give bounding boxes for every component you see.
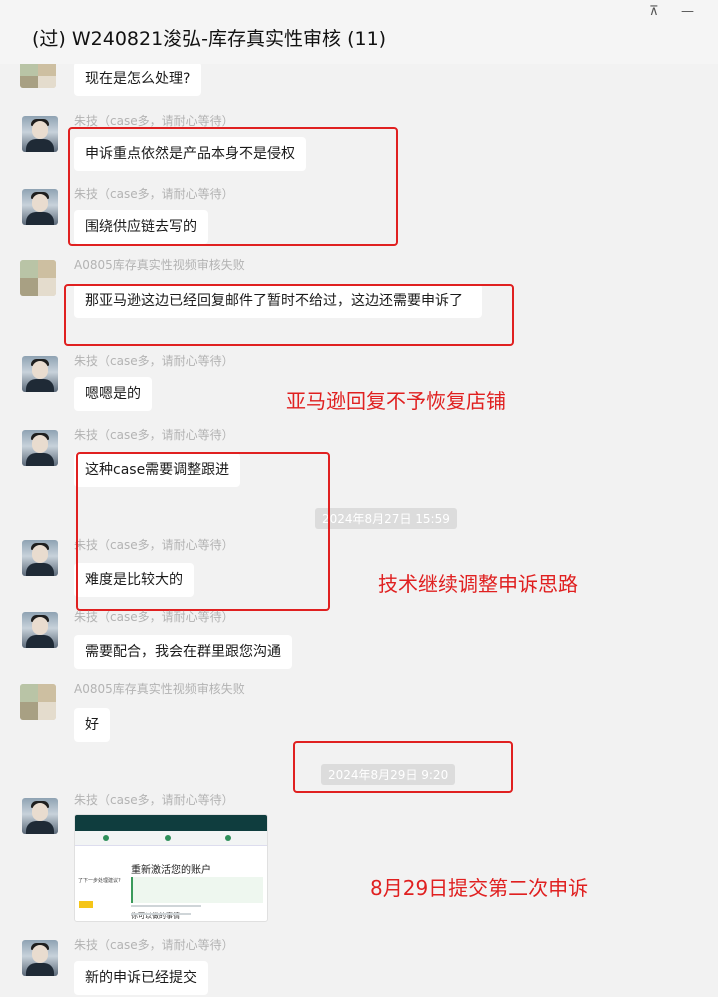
highlight-box: [68, 127, 398, 246]
image-message[interactable]: 了下一步处理建议? 重新激活您的账户 你可以做的事情: [74, 814, 268, 922]
tech-avatar[interactable]: [22, 356, 58, 392]
title-bar: (过) W240821浚弘-库存真实性审核 (11) ⊼ —: [0, 0, 718, 64]
message-bubble: 新的申诉已经提交: [74, 961, 208, 995]
message-bubble: 好: [74, 708, 110, 742]
minimize-icon[interactable]: —: [681, 4, 694, 19]
message-list[interactable]: 现在是怎么处理? 朱技（case多，请耐心等待） 申诉重点依然是产品本身不是侵权…: [0, 64, 718, 997]
annotation-text: 8月29日提交第二次申诉: [370, 876, 589, 900]
message-bubble: 需要配合，我会在群里跟您沟通: [74, 635, 292, 669]
sender-name: 朱技（case多，请耐心等待）: [74, 938, 234, 952]
thumb-button: [79, 901, 93, 908]
sender-name: 朱技（case多，请耐心等待）: [74, 428, 234, 442]
sender-name: 朱技（case多，请耐心等待）: [74, 610, 234, 624]
tech-avatar[interactable]: [22, 612, 58, 648]
tech-avatar[interactable]: [22, 540, 58, 576]
highlight-box: [76, 452, 330, 611]
thumb-notice: [131, 877, 263, 903]
customer-avatar[interactable]: [20, 64, 56, 88]
pin-icon[interactable]: ⊼: [649, 4, 659, 19]
timestamp-divider: 2024年8月27日 15:59: [315, 508, 457, 529]
sender-name: 朱技（case多，请耐心等待）: [74, 354, 234, 368]
chat-title: (过) W240821浚弘-库存真实性审核 (11): [32, 28, 387, 50]
sender-name: A0805库存真实性视频审核失败: [74, 682, 245, 696]
customer-avatar[interactable]: [20, 260, 56, 296]
thumb-topbar: [75, 815, 267, 831]
tech-avatar[interactable]: [22, 430, 58, 466]
thumb-left-text: 了下一步处理建议?: [78, 878, 121, 884]
message-bubble: 嗯嗯是的: [74, 377, 152, 411]
tech-avatar[interactable]: [22, 116, 58, 152]
highlight-box: [64, 284, 514, 346]
annotation-text: 亚马逊回复不予恢复店铺: [286, 389, 506, 413]
message-bubble: 现在是怎么处理?: [74, 64, 202, 96]
sender-name: 朱技（case多，请耐心等待）: [74, 793, 234, 807]
annotation-text: 技术继续调整申诉思路: [378, 572, 578, 596]
thumb-heading: 重新激活您的账户: [131, 865, 211, 876]
highlight-box: [293, 741, 513, 793]
sender-name: A0805库存真实性视频审核失败: [74, 258, 245, 272]
tech-avatar[interactable]: [22, 940, 58, 976]
thumb-steps: [75, 831, 267, 846]
customer-avatar[interactable]: [20, 684, 56, 720]
tech-avatar[interactable]: [22, 189, 58, 225]
tech-avatar[interactable]: [22, 798, 58, 834]
